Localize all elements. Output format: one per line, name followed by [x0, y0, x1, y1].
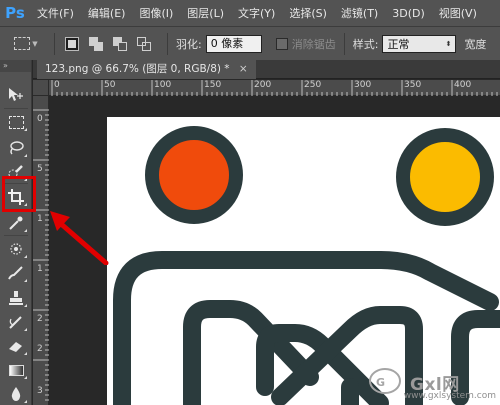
divider [54, 32, 55, 55]
ruler-label: 100 [154, 80, 172, 90]
gradient-icon [8, 364, 24, 376]
history-brush-tool[interactable] [4, 311, 28, 333]
lasso-icon [10, 141, 24, 155]
ruler-label: 0 [37, 114, 43, 124]
stamp-icon [9, 291, 23, 305]
subtract-from-selection-button[interactable] [111, 35, 129, 53]
blur-tool[interactable] [4, 383, 28, 405]
watermark-url: www.gxlsystem.com [403, 391, 496, 401]
ruler-label: 2 [37, 314, 43, 324]
ruler-label: 350 [404, 80, 422, 90]
lasso-tool[interactable] [4, 137, 28, 159]
ruler-origin[interactable] [33, 80, 49, 96]
ruler-label: 2 [37, 344, 43, 354]
ruler-label: 300 [354, 80, 372, 90]
eyedropper-tool[interactable] [4, 212, 28, 234]
intersect-selection-button[interactable] [135, 35, 153, 53]
menu-bar: Ps 文件(F) 编辑(E) 图像(I) 图层(L) 文字(Y) 选择(S) 滤… [0, 0, 500, 26]
ruler-label: 5 [37, 164, 43, 174]
blur-drop-icon [11, 387, 21, 401]
divider [343, 32, 345, 55]
ruler-label: 1 [37, 264, 43, 274]
style-value: 正常 [387, 37, 410, 51]
menu-layer[interactable]: 图层(L) [180, 5, 231, 21]
move-tool[interactable] [4, 84, 28, 106]
spot-healing-brush-tool[interactable] [4, 238, 28, 260]
rectangular-marquee-tool[interactable] [4, 111, 28, 133]
move-tool-icon [9, 88, 23, 101]
ruler-label: 400 [454, 80, 472, 90]
ruler-label: 1 [37, 214, 43, 224]
divider [167, 32, 168, 55]
antialias-label: 消除锯齿 [291, 37, 336, 51]
eraser-tool[interactable] [4, 335, 28, 357]
style-label: 样式: [352, 37, 379, 51]
gradient-tool[interactable] [4, 359, 28, 381]
photoshop-logo: Ps [5, 4, 25, 22]
ruler-label: 250 [304, 80, 322, 90]
image-canvas[interactable] [50, 97, 500, 405]
watermark-logo-icon: G [369, 368, 401, 394]
eraser-icon [9, 342, 22, 352]
ruler-horizontal-ticks [51, 80, 498, 96]
add-to-selection-button[interactable] [87, 35, 105, 53]
history-brush-icon [9, 316, 22, 329]
ruler-label: 0 [54, 80, 60, 90]
ruler-label: 200 [254, 80, 272, 90]
document-tab[interactable]: 123.png @ 66.7% (图层 0, RGB/8) * × [37, 60, 256, 79]
close-icon[interactable]: × [239, 63, 248, 75]
menu-filter[interactable]: 滤镜(T) [334, 5, 385, 21]
feather-input[interactable]: 0 像素 [205, 34, 262, 53]
marquee-preset-icon [14, 37, 31, 50]
menu-image[interactable]: 图像(I) [132, 5, 180, 21]
tools-panel: » [0, 60, 32, 405]
eyedropper-icon [9, 216, 23, 230]
healing-brush-icon [10, 243, 22, 255]
feather-label: 羽化: [176, 37, 202, 51]
ruler-horizontal[interactable]: 0 50 100 150 200 250 300 350 400 [49, 80, 500, 96]
style-select[interactable]: 正常 ⬍ [382, 34, 457, 53]
tool-preset-picker[interactable]: ▼ [6, 32, 46, 56]
brush-icon [8, 266, 23, 280]
tools-panel-grip[interactable]: » [0, 60, 31, 72]
brush-tool[interactable] [4, 262, 28, 284]
ruler-label: 3 [37, 386, 43, 396]
chevron-down-icon: ▼ [32, 39, 38, 48]
orange-dot [145, 126, 243, 224]
document-tab-bar: 123.png @ 66.7% (图层 0, RGB/8) * × [33, 60, 500, 79]
options-bar: ▼ 羽化: 0 像素 消除锯齿 样式: 正常 ⬍ 宽度 [0, 26, 500, 60]
ruler-label: 150 [204, 80, 222, 90]
clone-stamp-tool[interactable] [4, 287, 28, 309]
menu-edit[interactable]: 编辑(E) [81, 5, 133, 21]
menu-3d[interactable]: 3D(D) [385, 7, 432, 20]
ruler-label: 50 [104, 80, 116, 90]
yellow-dot [396, 128, 494, 226]
menu-file[interactable]: 文件(F) [30, 5, 81, 21]
document-tab-title: 123.png @ 66.7% (图层 0, RGB/8) * [45, 63, 230, 75]
svg-text:G: G [376, 376, 385, 389]
annotation-arrow [50, 211, 109, 265]
width-label: 宽度 [464, 37, 487, 51]
antialias-checkbox[interactable] [275, 37, 288, 50]
menu-select[interactable]: 选择(S) [282, 5, 334, 21]
crop-tool-highlight [2, 176, 36, 212]
new-selection-button[interactable] [63, 35, 81, 53]
menu-type[interactable]: 文字(Y) [231, 5, 282, 21]
chevron-updown-icon: ⬍ [445, 39, 452, 48]
canvas-area[interactable] [50, 97, 500, 405]
menu-view[interactable]: 视图(V) [432, 5, 484, 21]
marquee-icon [8, 115, 24, 129]
